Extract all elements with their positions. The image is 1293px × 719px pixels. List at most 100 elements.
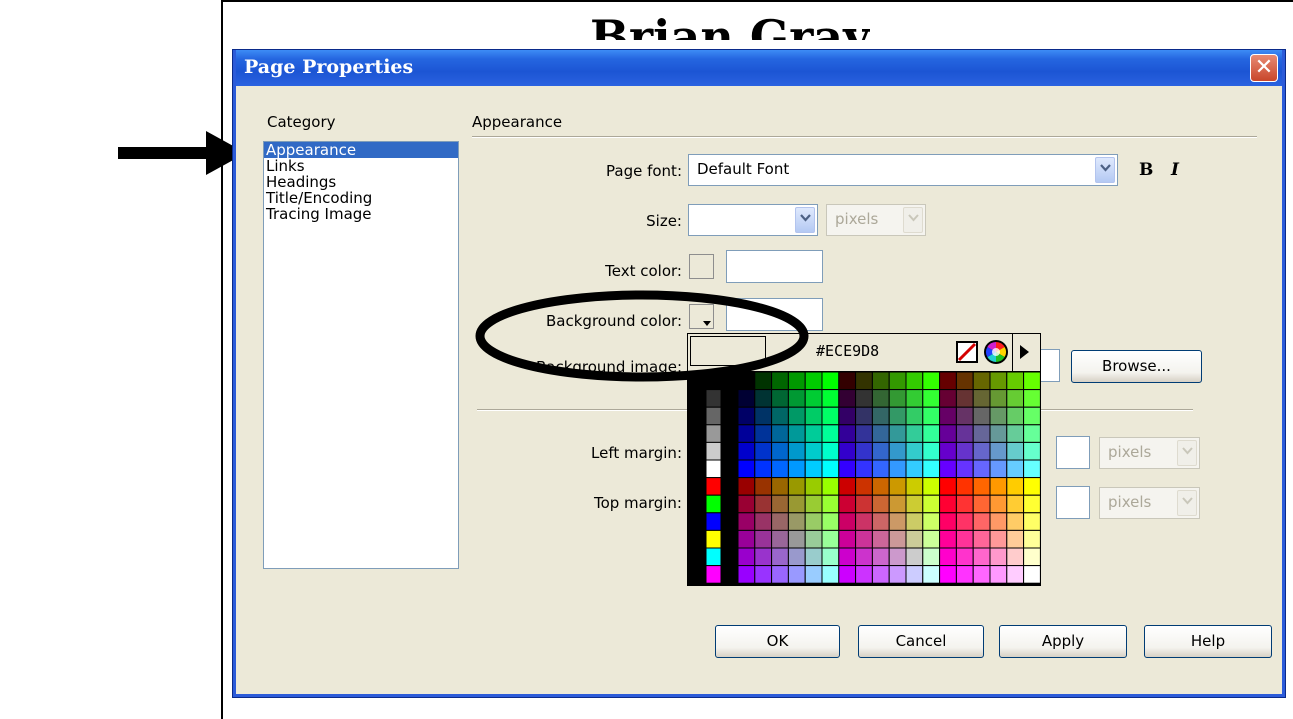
color-swatch[interactable] xyxy=(905,547,924,567)
color-swatch[interactable] xyxy=(939,406,957,426)
color-swatch[interactable] xyxy=(737,441,756,461)
color-swatch[interactable] xyxy=(955,547,974,567)
color-swatch[interactable] xyxy=(1023,529,1040,549)
color-swatch[interactable] xyxy=(989,477,1008,496)
color-swatch[interactable] xyxy=(787,477,806,496)
color-swatch[interactable] xyxy=(955,494,974,514)
color-swatch[interactable] xyxy=(871,565,890,584)
color-swatch[interactable] xyxy=(804,529,823,549)
color-swatch[interactable] xyxy=(737,477,756,496)
color-swatch[interactable] xyxy=(989,565,1008,584)
color-swatch[interactable] xyxy=(804,565,823,584)
color-swatch[interactable] xyxy=(1006,406,1025,426)
color-swatch[interactable] xyxy=(821,424,840,443)
color-swatch[interactable] xyxy=(771,529,789,549)
color-swatch[interactable] xyxy=(771,477,789,496)
color-swatch[interactable] xyxy=(922,477,941,496)
color-swatch[interactable] xyxy=(855,459,873,479)
cancel-button[interactable]: Cancel xyxy=(858,625,984,658)
color-swatch[interactable] xyxy=(838,389,857,408)
color-swatch[interactable] xyxy=(922,424,941,443)
color-swatch[interactable] xyxy=(888,529,907,549)
color-swatch[interactable] xyxy=(821,477,840,496)
color-swatch[interactable] xyxy=(838,547,857,567)
color-swatch[interactable] xyxy=(939,477,957,496)
help-button[interactable]: Help xyxy=(1144,625,1272,658)
left-margin-unit-dropdown-button[interactable] xyxy=(1177,440,1197,466)
color-swatch[interactable] xyxy=(939,547,957,567)
color-swatch[interactable] xyxy=(821,371,840,391)
color-swatch[interactable] xyxy=(1006,547,1025,567)
color-swatch[interactable] xyxy=(939,512,957,531)
color-swatch[interactable] xyxy=(989,424,1008,443)
color-swatch[interactable] xyxy=(705,494,722,514)
left-margin-input[interactable] xyxy=(1056,436,1090,469)
color-swatch[interactable] xyxy=(922,406,941,426)
system-color-picker-icon[interactable] xyxy=(983,339,1009,365)
color-swatch[interactable] xyxy=(821,441,840,461)
color-swatch[interactable] xyxy=(737,494,756,514)
color-swatch[interactable] xyxy=(754,512,773,531)
size-unit-dropdown-button[interactable] xyxy=(903,207,923,233)
color-swatch[interactable] xyxy=(888,565,907,584)
color-swatch[interactable] xyxy=(955,389,974,408)
color-swatch[interactable] xyxy=(787,529,806,549)
color-swatch[interactable] xyxy=(821,389,840,408)
color-swatch[interactable] xyxy=(855,565,873,584)
color-swatch[interactable] xyxy=(821,459,840,479)
color-swatch[interactable] xyxy=(787,512,806,531)
color-swatch[interactable] xyxy=(905,371,924,391)
color-swatch[interactable] xyxy=(989,512,1008,531)
color-swatch[interactable] xyxy=(1023,441,1040,461)
color-swatch[interactable] xyxy=(972,459,991,479)
color-swatch[interactable] xyxy=(838,371,857,391)
color-swatch[interactable] xyxy=(905,529,924,549)
color-swatch[interactable] xyxy=(989,389,1008,408)
color-swatch[interactable] xyxy=(771,441,789,461)
color-swatch[interactable] xyxy=(871,494,890,514)
color-swatch[interactable] xyxy=(905,512,924,531)
color-swatch[interactable] xyxy=(705,406,722,426)
color-swatch[interactable] xyxy=(955,459,974,479)
color-swatch[interactable] xyxy=(804,441,823,461)
color-swatch[interactable] xyxy=(855,389,873,408)
color-swatch[interactable] xyxy=(787,547,806,567)
color-swatch[interactable] xyxy=(955,512,974,531)
page-font-dropdown-button[interactable] xyxy=(1095,157,1115,183)
color-swatch[interactable] xyxy=(989,406,1008,426)
color-swatch[interactable] xyxy=(821,512,840,531)
color-swatch[interactable] xyxy=(771,512,789,531)
color-swatch[interactable] xyxy=(905,389,924,408)
page-font-select[interactable]: Default Font xyxy=(688,154,1118,186)
size-unit-select[interactable]: pixels xyxy=(826,204,926,236)
color-swatch[interactable] xyxy=(838,565,857,584)
category-item-tracing-image[interactable]: Tracing Image xyxy=(264,206,458,222)
color-swatch[interactable] xyxy=(737,529,756,549)
color-swatch[interactable] xyxy=(771,389,789,408)
color-swatch[interactable] xyxy=(939,529,957,549)
color-swatch[interactable] xyxy=(871,406,890,426)
color-swatch[interactable] xyxy=(1023,477,1040,496)
color-swatch[interactable] xyxy=(754,406,773,426)
category-item-links[interactable]: Links xyxy=(264,158,458,174)
color-swatch[interactable] xyxy=(955,441,974,461)
bold-button[interactable]: B xyxy=(1139,160,1153,180)
color-swatch[interactable] xyxy=(1023,459,1040,479)
color-swatch[interactable] xyxy=(972,547,991,567)
color-swatch[interactable] xyxy=(804,494,823,514)
color-swatch[interactable] xyxy=(888,459,907,479)
color-swatch[interactable] xyxy=(1006,371,1025,391)
italic-button[interactable]: I xyxy=(1171,160,1179,180)
color-swatch[interactable] xyxy=(972,371,991,391)
color-swatch[interactable] xyxy=(737,389,756,408)
category-item-title-encoding[interactable]: Title/Encoding xyxy=(264,190,458,206)
color-swatch[interactable] xyxy=(737,565,756,584)
color-swatch[interactable] xyxy=(888,389,907,408)
color-swatch[interactable] xyxy=(1006,494,1025,514)
color-swatch[interactable] xyxy=(855,477,873,496)
color-swatch[interactable] xyxy=(888,477,907,496)
color-swatch[interactable] xyxy=(838,477,857,496)
color-swatch[interactable] xyxy=(787,494,806,514)
color-swatch[interactable] xyxy=(804,424,823,443)
color-swatch[interactable] xyxy=(838,494,857,514)
